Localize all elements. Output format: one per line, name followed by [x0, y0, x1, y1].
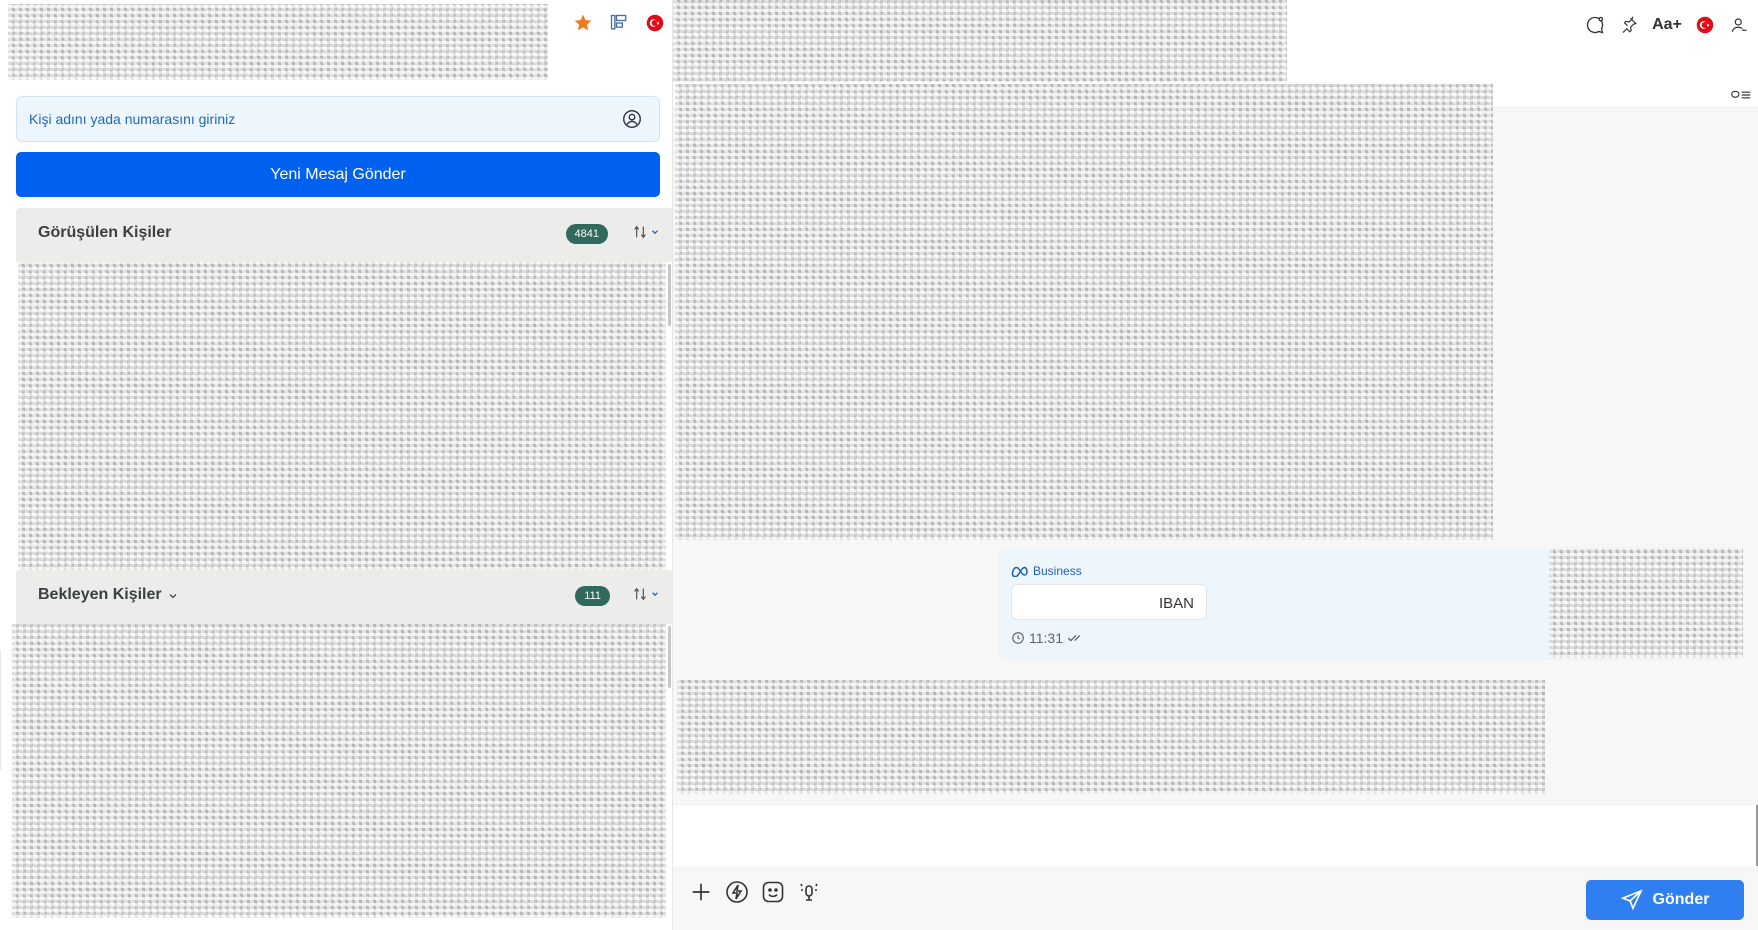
sort-icon — [634, 587, 646, 601]
new-message-button[interactable]: Yeni Mesaj Gönder — [16, 152, 660, 197]
divider — [0, 650, 1, 770]
send-button[interactable]: Gönder — [1586, 880, 1744, 920]
voice-record-icon[interactable] — [797, 880, 821, 904]
section-waiting-contacts[interactable]: Bekleyen Kişiler 111 — [16, 570, 674, 624]
chat-bubble-icon[interactable] — [1584, 14, 1606, 36]
contact-search — [16, 96, 660, 142]
filter-dropdown[interactable] — [632, 224, 660, 240]
message-bubble[interactable]: Business IBAN 11:31 — [999, 548, 1743, 658]
clock-icon — [1012, 632, 1024, 644]
emoji-icon[interactable] — [761, 880, 785, 904]
count-badge: 111 — [575, 586, 610, 606]
pin-icon[interactable] — [1618, 14, 1640, 36]
redacted-messages — [675, 84, 1493, 540]
turkey-flag-icon[interactable] — [1694, 14, 1716, 36]
count-badge: 4841 — [565, 224, 608, 244]
star-icon[interactable] — [572, 12, 594, 34]
composer-tools — [689, 880, 821, 904]
chat-panel: Aa+ Business IBAN 11:31 Gönder — [673, 0, 1758, 930]
section-title: Görüşülen Kişiler — [38, 224, 172, 241]
message-composer[interactable] — [673, 804, 1758, 867]
send-icon — [1620, 889, 1643, 911]
contacts-panel: Yeni Mesaj Gönder Görüşülen Kişiler 4841… — [0, 0, 674, 930]
redacted-messages — [677, 680, 1545, 794]
chevron-down-icon — [652, 230, 658, 235]
chevron-down-icon[interactable] — [166, 586, 180, 606]
business-text: Business — [1033, 564, 1082, 578]
font-size-icon[interactable]: Aa+ — [1652, 14, 1682, 36]
section-title: Bekleyen Kişiler — [38, 586, 162, 603]
meta-logo-icon — [1011, 566, 1028, 577]
turkey-flag-icon[interactable] — [644, 12, 666, 34]
message-text-box: IBAN — [1011, 584, 1207, 620]
pin-list-icon[interactable] — [608, 12, 630, 34]
sort-icon — [634, 225, 646, 239]
toggle-list-icon[interactable] — [1730, 84, 1752, 106]
chevron-down-icon — [652, 592, 658, 597]
composer-toolbar: Gönder — [673, 866, 1758, 930]
send-label: Gönder — [1652, 891, 1710, 908]
scrollbar[interactable] — [668, 626, 671, 688]
redacted-area — [673, 0, 1287, 84]
top-icons — [572, 12, 666, 34]
message-time: 11:31 — [1029, 630, 1063, 646]
quick-reply-icon[interactable] — [725, 880, 749, 904]
message-meta: 11:31 — [1011, 630, 1085, 646]
contact-search-icon[interactable] — [621, 108, 643, 130]
chat-header: Aa+ — [673, 0, 1758, 84]
message-text: IBAN — [1158, 595, 1194, 612]
plus-icon[interactable] — [689, 880, 713, 904]
user-icon[interactable] — [1728, 14, 1750, 36]
search-input[interactable] — [29, 97, 589, 141]
double-check-icon — [1067, 634, 1081, 642]
business-label: Business — [1011, 564, 1082, 578]
filter-dropdown[interactable] — [632, 586, 660, 602]
redacted-area — [8, 4, 548, 80]
header-icons: Aa+ — [1584, 14, 1750, 36]
section-seen-contacts[interactable]: Görüşülen Kişiler 4841 — [16, 208, 674, 262]
waiting-contacts-list[interactable] — [12, 624, 666, 918]
message-thumbnail[interactable] — [1549, 548, 1743, 658]
scrollbar[interactable] — [668, 264, 671, 326]
seen-contacts-list[interactable] — [18, 262, 666, 570]
